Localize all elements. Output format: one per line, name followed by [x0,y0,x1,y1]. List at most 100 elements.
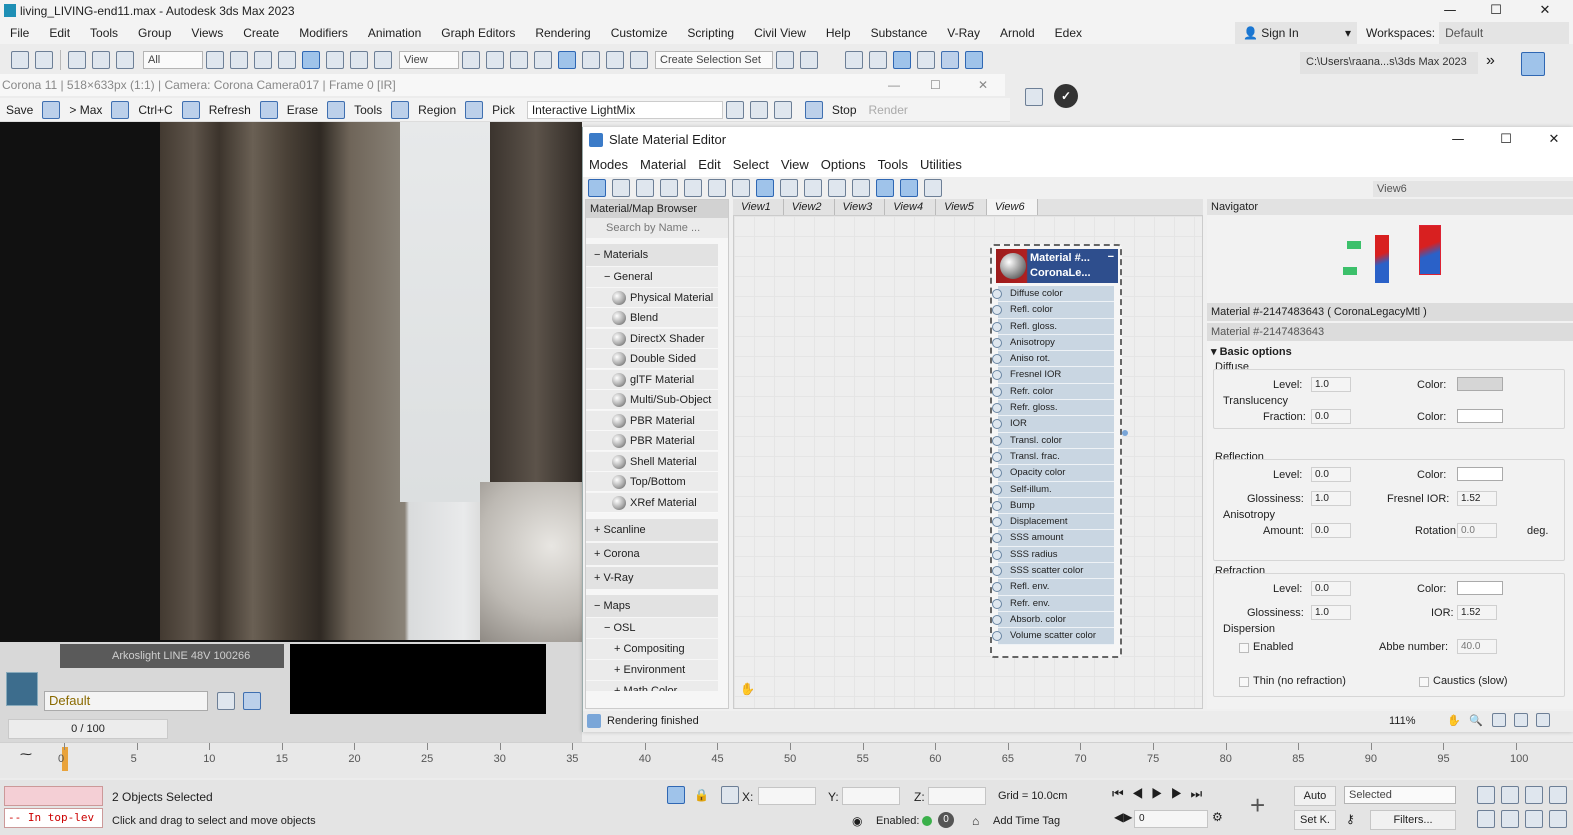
node-slot[interactable]: Transl. color [992,432,1114,449]
node-slot[interactable]: Refl. color [992,302,1114,319]
browser-item[interactable]: PBR Material (S... [586,431,718,467]
set-key-plus-icon[interactable]: + [1250,790,1265,821]
undo-icon[interactable] [11,51,29,69]
angle-snap-icon[interactable] [558,51,576,69]
input-socket-icon[interactable] [992,517,1002,528]
filters-button[interactable]: Filters... [1370,810,1456,830]
node-slot[interactable]: SSS scatter color [992,563,1114,580]
ribbon-icon[interactable] [893,51,911,69]
menu-group[interactable]: Group [128,22,181,44]
align-icon[interactable] [800,51,818,69]
category-general[interactable]: − General [586,267,718,287]
tab-view5[interactable]: View5 [936,199,987,215]
orbit-icon[interactable] [1525,786,1543,804]
zoom-level[interactable]: 111% [1389,711,1416,732]
slate-menu-edit[interactable]: Edit [692,153,726,177]
node-slot[interactable]: Self-illum. [992,481,1114,498]
category-materials[interactable]: − Materials [586,244,718,266]
input-socket-icon[interactable] [992,403,1002,414]
move-icon[interactable] [302,51,320,69]
playback-controls[interactable]: ⏮◀▶▶⏭ [1112,786,1210,802]
input-socket-icon[interactable] [992,289,1002,299]
menu-rendering[interactable]: Rendering [525,22,600,44]
browser-item[interactable]: PBR Material (M... [586,410,718,447]
zoom-extents-icon[interactable] [1477,786,1495,804]
node-slot[interactable]: Refr. env. [992,595,1114,612]
curve-icon[interactable]: ⁓ [20,747,32,761]
material-editor-icon[interactable] [965,51,983,69]
ior-spinner[interactable]: 1.52 [1457,605,1497,620]
refr-glossiness-spinner[interactable]: 1.0 [1311,605,1351,620]
navigator-panel[interactable] [1207,215,1573,303]
zoom-view-icon[interactable]: 🔍 [1469,711,1483,732]
node-slot[interactable]: Refr. color [992,383,1114,401]
browser-item[interactable]: glTF Material [586,369,718,390]
zoom-icon[interactable] [725,100,744,119]
spinner-snap-icon[interactable] [606,51,624,69]
layer-dropdown[interactable]: Default [44,691,208,711]
zoom-selected-icon[interactable] [1536,713,1550,727]
slate-maximize-button[interactable]: ☐ [1483,129,1529,151]
material-name-field[interactable]: Material #-2147483643 [1207,323,1573,341]
slate-menu-utilities[interactable]: Utilities [914,153,968,177]
render-setup-icon[interactable] [1025,88,1043,106]
menu-substance[interactable]: Substance [861,22,938,44]
y-coordinate-field[interactable] [842,787,900,805]
select-by-name-icon[interactable] [230,51,248,69]
rotation-spinner[interactable]: 0.0 [1457,523,1497,538]
menu-vray[interactable]: V-Ray [937,22,990,44]
node-slot[interactable]: Opacity color [992,465,1114,482]
key-icon[interactable]: ⚷ [1346,812,1355,826]
input-socket-icon[interactable] [992,354,1002,365]
corona-erase-button[interactable]: Erase [281,98,324,122]
bind-space-warp-icon[interactable] [116,51,134,69]
select-by-material-icon[interactable] [924,179,942,197]
input-socket-icon[interactable] [992,549,1002,560]
refl-glossiness-spinner[interactable]: 1.0 [1311,491,1351,506]
slate-close-button[interactable]: ✕ [1531,129,1573,151]
category-math-color[interactable]: + Math Color [586,680,718,691]
placement-icon[interactable] [374,51,392,69]
tab-view1[interactable]: View1 [733,199,784,215]
close-button[interactable]: ✕ [1522,0,1568,22]
category-maps[interactable]: − Maps [586,594,718,617]
current-frame-field[interactable]: 0 [1134,810,1208,828]
layout-all-icon[interactable] [828,179,846,197]
show-shaded-icon[interactable] [756,179,774,197]
corona-tools-button[interactable]: Tools [348,98,388,122]
corona-pick-button[interactable]: Pick [486,98,521,122]
input-socket-icon[interactable] [992,614,1002,625]
diffuse-level-spinner[interactable]: 1.0 [1311,377,1351,392]
corona-close-icon[interactable]: ✕ [978,74,988,96]
material-map-browser-icon[interactable] [876,179,894,197]
browser-item[interactable]: Double Sided [586,349,718,369]
input-socket-icon[interactable] [992,598,1002,609]
keyboard-shortcut-icon[interactable] [510,51,528,69]
menu-scripting[interactable]: Scripting [677,22,744,44]
background-icon[interactable] [780,179,798,197]
absolute-mode-icon[interactable] [721,786,739,804]
hide-unused-icon[interactable] [732,179,750,197]
delete-icon[interactable] [684,179,702,197]
input-socket-icon[interactable] [992,337,1002,348]
unlink-icon[interactable] [92,51,110,69]
x-coordinate-field[interactable] [758,787,816,805]
thin-checkbox[interactable] [1239,677,1249,687]
menu-graph-editors[interactable]: Graph Editors [431,22,525,44]
snaps-icon[interactable] [534,51,552,69]
menu-arnold[interactable]: Arnold [990,22,1045,44]
percent-snap-icon[interactable] [582,51,600,69]
refl-color-swatch[interactable] [1457,467,1503,481]
input-socket-icon[interactable] [992,435,1002,446]
window-crossing-icon[interactable] [278,51,296,69]
diffuse-color-swatch[interactable] [1457,377,1503,391]
corona-save-button[interactable]: Save [0,98,39,122]
refr-level-spinner[interactable]: 0.0 [1311,581,1351,596]
slate-minimize-button[interactable]: — [1435,129,1481,151]
abbe-number-spinner[interactable]: 40.0 [1457,639,1497,654]
browser-item[interactable]: Physical Material [586,287,718,308]
input-socket-icon[interactable] [992,631,1002,642]
input-socket-icon[interactable] [992,468,1002,479]
input-socket-icon[interactable] [992,484,1002,495]
output-socket-icon[interactable] [1122,430,1128,436]
